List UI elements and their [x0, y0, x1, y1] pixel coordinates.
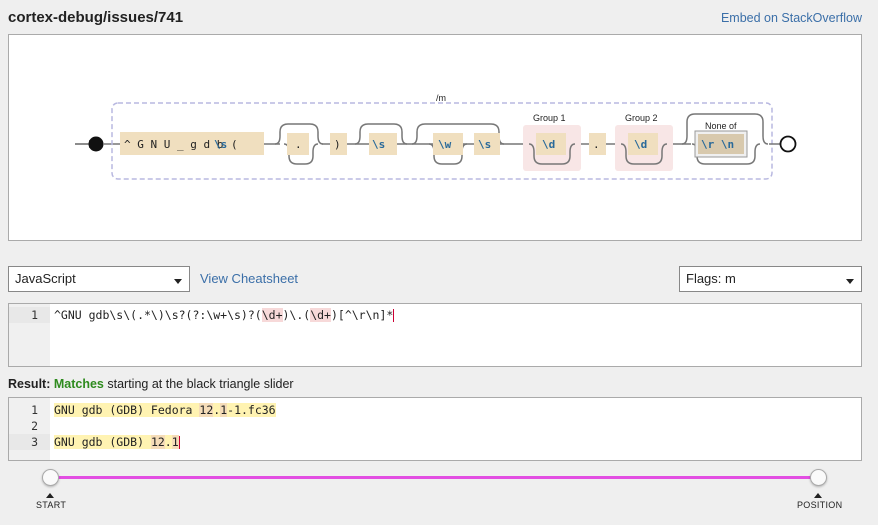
whitespace-text-2: \s — [372, 138, 385, 151]
text-cursor — [393, 309, 395, 322]
flags-select[interactable]: Flags: m — [679, 266, 862, 292]
test-gutter: 1 2 3 — [9, 398, 50, 460]
regex-code: ^GNU gdb\s\(.*\)\s?(?:\w+\s)?(\d+)\.(\d+… — [54, 308, 395, 322]
start-label: START — [36, 500, 67, 510]
word-text: \w — [438, 138, 452, 151]
digit-text-1: \d — [542, 138, 555, 151]
view-cheatsheet-link[interactable]: View Cheatsheet — [200, 271, 298, 286]
group1-token: \d+ — [261, 308, 283, 322]
none-of-label: None of — [705, 121, 737, 131]
group1-label: Group 1 — [533, 113, 566, 123]
paren-close-text: ) — [334, 138, 341, 151]
group2-label: Group 2 — [625, 113, 658, 123]
digit-text-2: \d — [634, 138, 647, 151]
literal-text: ^ G N U _ g d b — [124, 138, 223, 151]
flavor-select[interactable]: JavaScript — [8, 266, 190, 292]
position-label: POSITION — [797, 500, 843, 510]
position-slider-track[interactable] — [50, 476, 818, 479]
line-number: 1 — [31, 403, 38, 417]
regex-editor[interactable]: 1 ^GNU gdb\s\(.*\)\s?(?:\w+\s)?(\d+)\.(\… — [8, 303, 862, 367]
position-slider-handle[interactable] — [810, 469, 827, 486]
start-triangle-icon — [46, 493, 54, 498]
railroad-diagram-svg: /m ^ G N U _ g d b \s ( . ) \s \w \s Gro… — [75, 93, 797, 180]
result-status: Matches — [53, 377, 104, 391]
test-text-editor[interactable]: 1 2 3 GNU gdb (GDB) Fedora 12.1-1.fc36 G… — [8, 397, 862, 461]
start-slider-handle[interactable] — [42, 469, 59, 486]
regex-gutter: 1 — [9, 304, 50, 366]
whitespace-text-3: \s — [478, 138, 491, 151]
line-number: 1 — [31, 308, 38, 322]
none-of-chars-text: \r \n — [701, 138, 734, 151]
text-cursor — [178, 436, 180, 449]
test-line-1: GNU gdb (GDB) Fedora 12.1-1.fc36 — [54, 403, 276, 417]
any-char-text: . — [295, 138, 302, 151]
line-number: 2 — [31, 419, 38, 433]
line-number: 3 — [31, 435, 38, 449]
whitespace-token: \s — [214, 138, 227, 151]
test-line-3: GNU gdb (GDB) 12.1 — [54, 435, 180, 449]
flavor-value: JavaScript — [15, 271, 76, 286]
result-suffix: starting at the black triangle slider — [107, 377, 294, 391]
dot-literal-text: . — [593, 138, 600, 151]
embed-stackoverflow-link[interactable]: Embed on StackOverflow — [721, 11, 862, 25]
regex-diagram: /m ^ G N U _ g d b \s ( . ) \s \w \s Gro… — [8, 34, 862, 241]
group2-token: \d+ — [310, 308, 331, 322]
chevron-down-icon — [846, 279, 854, 284]
chevron-down-icon — [174, 279, 182, 284]
result-line: Result: Matches starting at the black tr… — [8, 377, 294, 391]
paren-open-token: ( — [231, 138, 238, 151]
position-triangle-icon — [814, 493, 822, 498]
flags-value: Flags: m — [686, 271, 736, 286]
flag-label: /m — [436, 93, 446, 103]
page-title: cortex-debug/issues/741 — [8, 9, 184, 26]
header: cortex-debug/issues/741 Embed on StackOv… — [8, 9, 862, 29]
result-prefix: Result: — [8, 377, 51, 391]
end-node-icon — [779, 135, 797, 153]
start-node-icon — [88, 136, 104, 152]
